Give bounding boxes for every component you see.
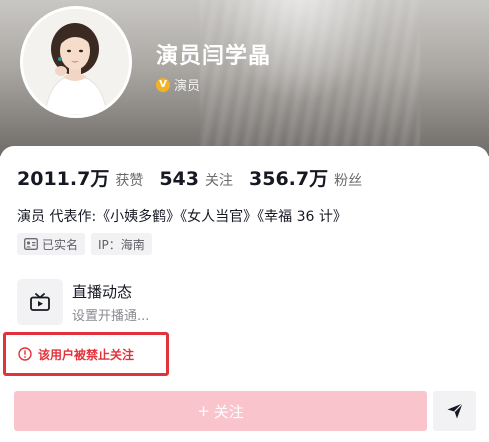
id-card-icon (24, 238, 38, 250)
tag-ip-label: IP：海南 (98, 237, 145, 252)
profile-name: 演员闫学晶 (156, 44, 272, 69)
avatar[interactable] (20, 6, 132, 118)
tag-ip-location: IP：海南 (91, 233, 152, 255)
warning-circle-icon (18, 347, 32, 361)
tag-real-name-label: 已实名 (42, 237, 79, 252)
banned-notice-text: 该用户被禁止关注 (38, 347, 135, 362)
profile-bio: 演员 代表作:《小姨多鹤》《女人当官》《幸福 36 计》 (17, 209, 347, 225)
stat-likes-value: 2011.7万 (17, 168, 110, 190)
avatar-portrait (23, 9, 129, 115)
banned-follow-notice: 该用户被禁止关注 (3, 332, 169, 376)
stat-following[interactable]: 543 关注 (159, 168, 233, 190)
cover-light-rays (200, 0, 420, 156)
profile-tags: 已实名 IP：海南 (17, 233, 152, 255)
tv-live-icon (30, 293, 50, 311)
stat-followers-value: 356.7万 (249, 168, 329, 190)
stat-followers-label: 粉丝 (334, 173, 363, 189)
stat-likes[interactable]: 2011.7万 获赞 (17, 164, 143, 191)
live-updates-entry[interactable]: 直播动态 设置开播通... (17, 279, 317, 325)
stat-following-label: 关注 (205, 173, 233, 189)
stat-followers[interactable]: 356.7万 粉丝 (249, 164, 362, 191)
stat-likes-label: 获赞 (115, 173, 144, 189)
follow-button[interactable]: + 关注 (14, 391, 427, 431)
live-icon-box (17, 279, 63, 325)
live-subtitle: 设置开播通... (72, 309, 150, 324)
verification-label: 演员 (174, 79, 201, 94)
profile-cover: 演员闫学晶 V 演员 (0, 0, 489, 156)
share-button[interactable] (433, 391, 476, 431)
verification-row: V 演员 (156, 75, 200, 94)
live-title: 直播动态 (72, 283, 133, 301)
follow-button-label: 关注 (213, 402, 244, 421)
stat-following-value: 543 (159, 168, 199, 190)
send-arrow-icon (447, 403, 463, 419)
tag-real-name: 已实名 (17, 233, 86, 255)
stats-row: 2011.7万 获赞 543 关注 356.7万 粉丝 (17, 164, 378, 191)
profile-card: 2011.7万 获赞 543 关注 356.7万 粉丝 演员 代表作:《小姨多鹤… (0, 146, 489, 442)
verified-badge-icon: V (156, 77, 170, 92)
plus-icon: + (197, 402, 210, 420)
